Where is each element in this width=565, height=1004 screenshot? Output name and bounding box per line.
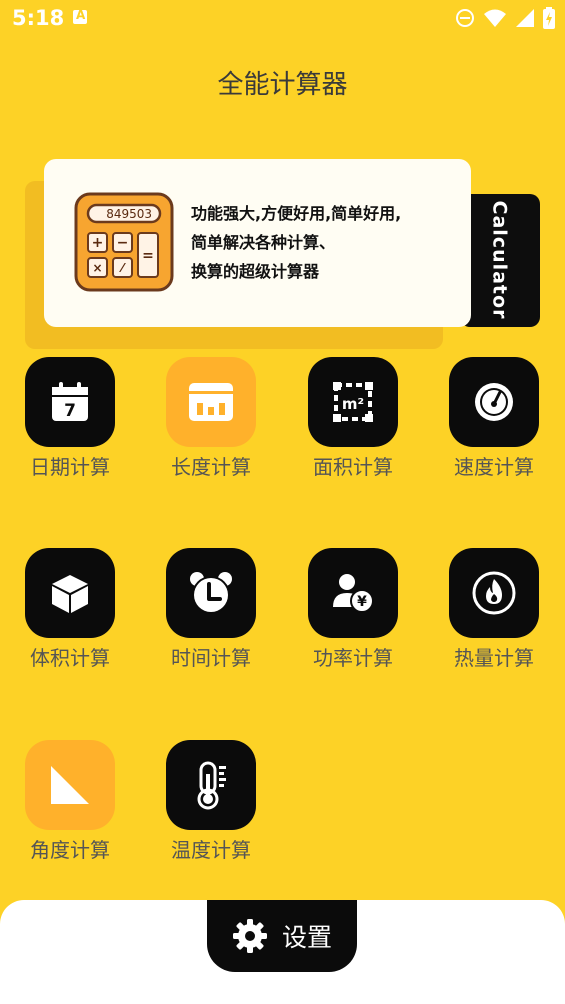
- battery-icon: [543, 7, 555, 29]
- ruler-icon: [189, 383, 233, 421]
- settings-button[interactable]: 设置: [207, 900, 357, 972]
- svg-text:¥: ¥: [357, 594, 367, 610]
- grid-item-time[interactable]: 时间计算: [146, 548, 276, 688]
- grid-item-temperature[interactable]: 温度计算: [146, 740, 276, 880]
- date-label: 日期计算: [30, 455, 110, 479]
- settings-label: 设置: [281, 923, 332, 952]
- grid-item-angle[interactable]: 角度计算: [5, 740, 135, 880]
- time-label: 时间计算: [171, 646, 251, 670]
- grid-item-speed[interactable]: 速度计算: [429, 357, 559, 497]
- banner-line-1: 功能强大,方便好用,简单好用,: [191, 204, 402, 223]
- signal-icon: [516, 9, 534, 27]
- grid-item-volume[interactable]: 体积计算: [5, 548, 135, 688]
- svg-text:×: ×: [92, 261, 102, 275]
- calendar-icon: 7: [52, 382, 88, 421]
- length-label: 长度计算: [171, 455, 251, 479]
- svg-text:=: =: [142, 248, 154, 264]
- volume-label: 体积计算: [30, 646, 110, 670]
- grid-item-length[interactable]: 长度计算: [146, 357, 276, 497]
- svg-text:7: 7: [64, 401, 76, 421]
- notification-icon: A: [73, 8, 87, 24]
- banner-description: 功能强大,方便好用,简单好用, 简单解决各种计算、 换算的超级计算器: [191, 199, 401, 286]
- banner-side-label: Calculator: [488, 200, 511, 320]
- user-yen-icon: ¥: [333, 574, 374, 613]
- wifi-icon: [484, 9, 506, 27]
- cube-icon: [52, 575, 88, 613]
- svg-text:+: +: [92, 235, 104, 251]
- speed-tile[interactable]: [449, 357, 539, 447]
- heat-tile[interactable]: [449, 548, 539, 638]
- thermometer-icon: [197, 761, 226, 810]
- banner-card: 849503 + − × ⁄ = 功能强大,方便好用,简单好用, 简单解决各种计…: [44, 159, 471, 327]
- date-tile[interactable]: 7: [25, 357, 115, 447]
- volume-tile[interactable]: [25, 548, 115, 638]
- grid-item-date[interactable]: 7 日期计算: [5, 357, 135, 497]
- area-label: 面积计算: [313, 455, 393, 479]
- status-icons: [455, 7, 555, 29]
- speed-label: 速度计算: [454, 455, 534, 479]
- power-tile[interactable]: ¥: [308, 548, 398, 638]
- banner-line-3: 换算的超级计算器: [191, 262, 320, 281]
- calculator-icon: 849503 + − × ⁄ =: [74, 192, 174, 292]
- svg-text:m²: m²: [342, 395, 364, 413]
- grid-item-area[interactable]: m² 面积计算: [288, 357, 418, 497]
- status-time: 5:18: [12, 6, 65, 30]
- grid-item-power[interactable]: ¥ 功率计算: [288, 548, 418, 688]
- flame-icon: [472, 571, 516, 615]
- svg-text:−: −: [117, 235, 129, 251]
- angle-tile[interactable]: [25, 740, 115, 830]
- area-icon: m²: [333, 382, 373, 422]
- power-label: 功率计算: [313, 646, 393, 670]
- gear-icon: [232, 919, 267, 953]
- temperature-label: 温度计算: [171, 838, 251, 862]
- alarm-clock-icon: [190, 572, 232, 614]
- speedometer-icon: [475, 383, 513, 421]
- time-tile[interactable]: [166, 548, 256, 638]
- do-not-disturb-icon: [456, 9, 474, 27]
- heat-label: 热量计算: [454, 646, 534, 670]
- triangle-icon: [51, 766, 89, 804]
- angle-label: 角度计算: [30, 838, 110, 862]
- area-tile[interactable]: m²: [308, 357, 398, 447]
- banner-side-tab: Calculator: [460, 194, 540, 327]
- calculator-display: 849503: [106, 207, 152, 221]
- app-title: 全能计算器: [217, 70, 348, 100]
- temperature-tile[interactable]: [166, 740, 256, 830]
- length-tile[interactable]: [166, 357, 256, 447]
- banner-line-2: 简单解决各种计算、: [191, 233, 336, 252]
- status-bar: 5:18 A: [0, 0, 565, 38]
- grid-item-heat[interactable]: 热量计算: [429, 548, 559, 688]
